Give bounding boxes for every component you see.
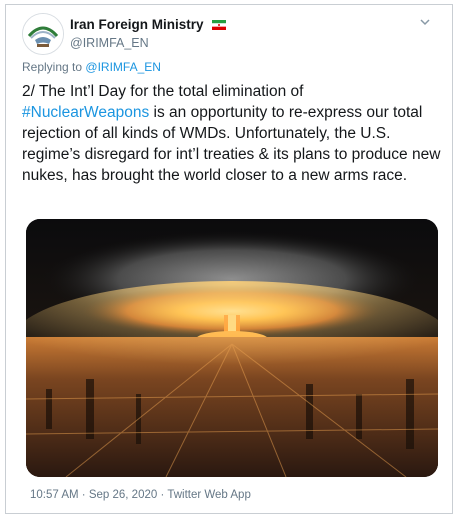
handle[interactable]: @IRIMFA_EN — [70, 36, 226, 50]
avatar[interactable] — [22, 13, 64, 55]
tweet-date[interactable]: Sep 26, 2020 — [89, 489, 157, 501]
replying-prefix: Replying to — [22, 60, 83, 74]
tweet-time[interactable]: 10:57 AM — [30, 489, 79, 501]
mushroom-cloud-image — [26, 219, 438, 477]
tweet-text: 2/ The Int’l Day for the total eliminati… — [22, 81, 442, 186]
emblem-icon — [23, 14, 63, 54]
hashtag-link[interactable]: #NuclearWeapons — [22, 104, 149, 121]
display-name[interactable]: Iran Foreign Ministry — [70, 17, 204, 32]
meta-separator: · — [160, 489, 165, 501]
reply-mention-link[interactable]: @IRIMFA_EN — [85, 60, 161, 74]
meta-separator: · — [81, 489, 86, 501]
replying-to: Replying to @IRIMFA_EN — [22, 60, 161, 74]
tweet-source[interactable]: Twitter Web App — [167, 489, 251, 501]
iran-flag-icon — [211, 20, 226, 30]
tweet-header: Iran Foreign Ministry @IRIMFA_EN — [22, 13, 440, 57]
tweet-meta: 10:57 AM · Sep 26, 2020 · Twitter Web Ap… — [30, 489, 251, 501]
name-block: Iran Foreign Ministry @IRIMFA_EN — [70, 16, 226, 50]
tweet-card: Iran Foreign Ministry @IRIMFA_EN Replyin… — [5, 4, 453, 514]
tweet-text-line1: 2/ The Int’l Day for the total eliminati… — [22, 83, 304, 100]
tweet-image[interactable] — [26, 219, 438, 477]
chevron-down-icon[interactable] — [418, 15, 432, 29]
